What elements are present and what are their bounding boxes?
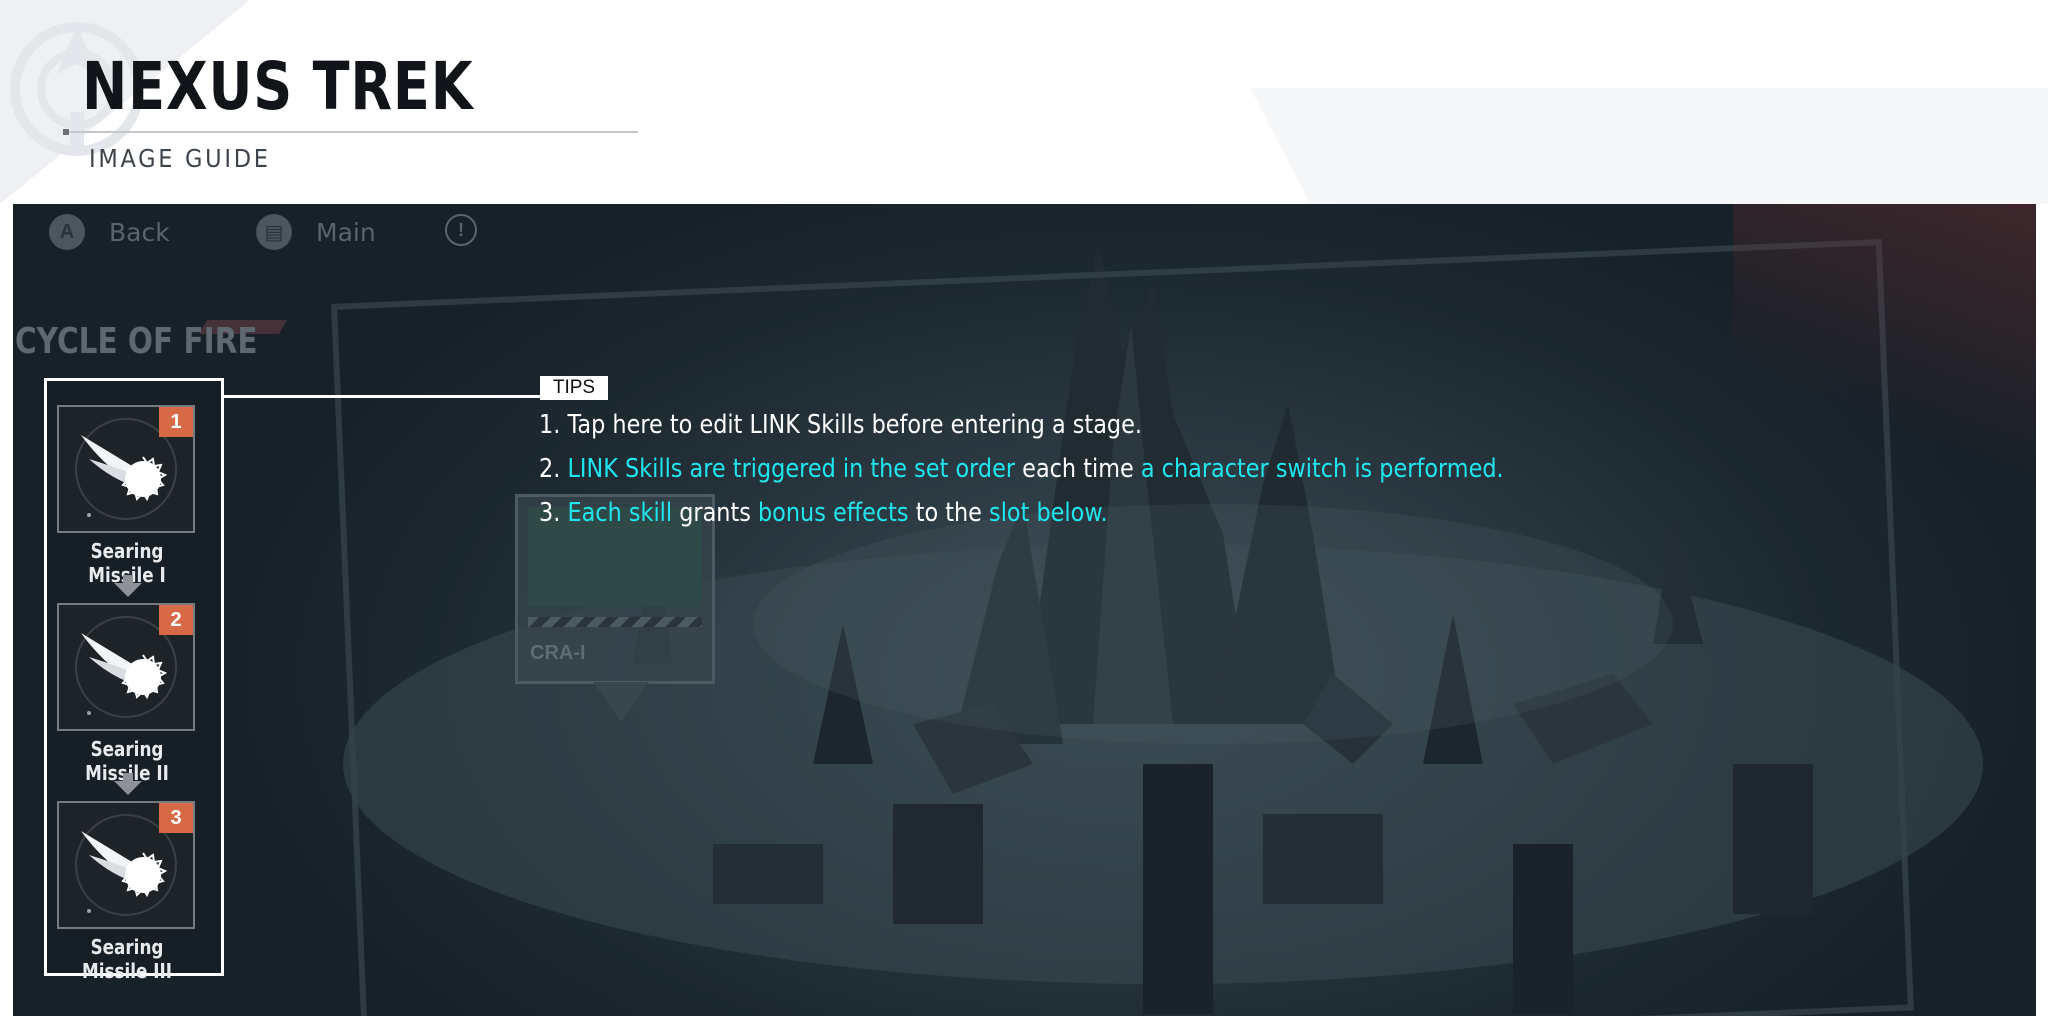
tip-highlight-text: LINK Skills are triggered in the set ord… — [567, 454, 1016, 484]
tip-text: each time — [1015, 454, 1141, 484]
guide-header: NEXUS TREK IMAGE GUIDE — [0, 0, 2048, 204]
page-title: NEXUS TREK — [82, 48, 474, 125]
link-skill-slot-1[interactable]: 1 Searing Missile I — [57, 405, 197, 587]
tip-highlight-text: slot below. — [989, 498, 1108, 528]
skill-order-badge: 1 — [159, 407, 193, 437]
main-button[interactable]: ▤ Main — [256, 214, 376, 250]
tips-list: 1. Tap here to edit LINK Skills before e… — [539, 403, 1661, 535]
tip-highlight-text: Each skill — [567, 498, 673, 528]
link-skill-slot-2[interactable]: 2 Searing Missile II — [57, 603, 197, 785]
tip-text: 2. — [539, 454, 568, 484]
back-button[interactable]: A Back — [49, 214, 170, 250]
tip-line: 3. Each skill grants bonus effects to th… — [539, 491, 1504, 535]
stage-title: CYCLE OF FIRE — [15, 321, 258, 362]
header-decor-band — [1250, 88, 2048, 204]
tip-text: to the — [908, 498, 990, 528]
main-label: Main — [316, 217, 376, 247]
skill-order-badge: 3 — [159, 803, 193, 833]
page-subtitle: IMAGE GUIDE — [89, 144, 271, 173]
tip-line: 2. LINK Skills are triggered in the set … — [539, 447, 1504, 491]
tips-tag: TIPS — [540, 376, 608, 400]
link-skills-panel[interactable]: 1 Searing Missile I 2 Searing Missile II 3 Se… — [44, 378, 224, 983]
map-pin-icon — [593, 682, 649, 722]
skill-icon-frame: 1 — [57, 405, 195, 533]
tip-text: grants — [672, 498, 758, 528]
map-node-label: CRA-I — [530, 642, 586, 664]
arrow-down-icon — [114, 773, 142, 795]
title-divider — [64, 131, 638, 133]
tips-connector-line — [224, 395, 551, 398]
tip-text: 1. Tap here to edit LINK Skills before e… — [539, 410, 1142, 440]
title-divider-dot — [63, 129, 69, 135]
map-edge-tint — [1733, 204, 2036, 504]
tip-text: 3. — [539, 498, 568, 528]
tip-line: 1. Tap here to edit LINK Skills before e… — [539, 403, 1504, 447]
a-button-icon: A — [49, 214, 85, 250]
game-nav-bar: A Back ▤ Main ! — [13, 204, 713, 254]
link-skill-slot-3[interactable]: 3 Searing Missile III — [57, 801, 197, 983]
skill-order-badge: 2 — [159, 605, 193, 635]
game-screenshot: A Back ▤ Main ! CYCLE OF FIRE CRA-I TIPS… — [13, 204, 2036, 1016]
menu-button-icon: ▤ — [256, 214, 292, 250]
skill-name: Searing Missile III — [81, 935, 172, 983]
image-guide-page: NEXUS TREK IMAGE GUIDE A Back ▤ Main ! C… — [0, 0, 2048, 1024]
tip-highlight-text: a character switch is performed. — [1140, 454, 1504, 484]
hazard-stripe — [528, 617, 702, 627]
skill-icon-frame: 2 — [57, 603, 195, 731]
skill-icon-frame: 3 — [57, 801, 195, 929]
tip-highlight-text: bonus effects — [757, 498, 909, 528]
info-icon[interactable]: ! — [445, 214, 477, 246]
arrow-down-icon — [114, 575, 142, 597]
back-label: Back — [109, 217, 170, 247]
